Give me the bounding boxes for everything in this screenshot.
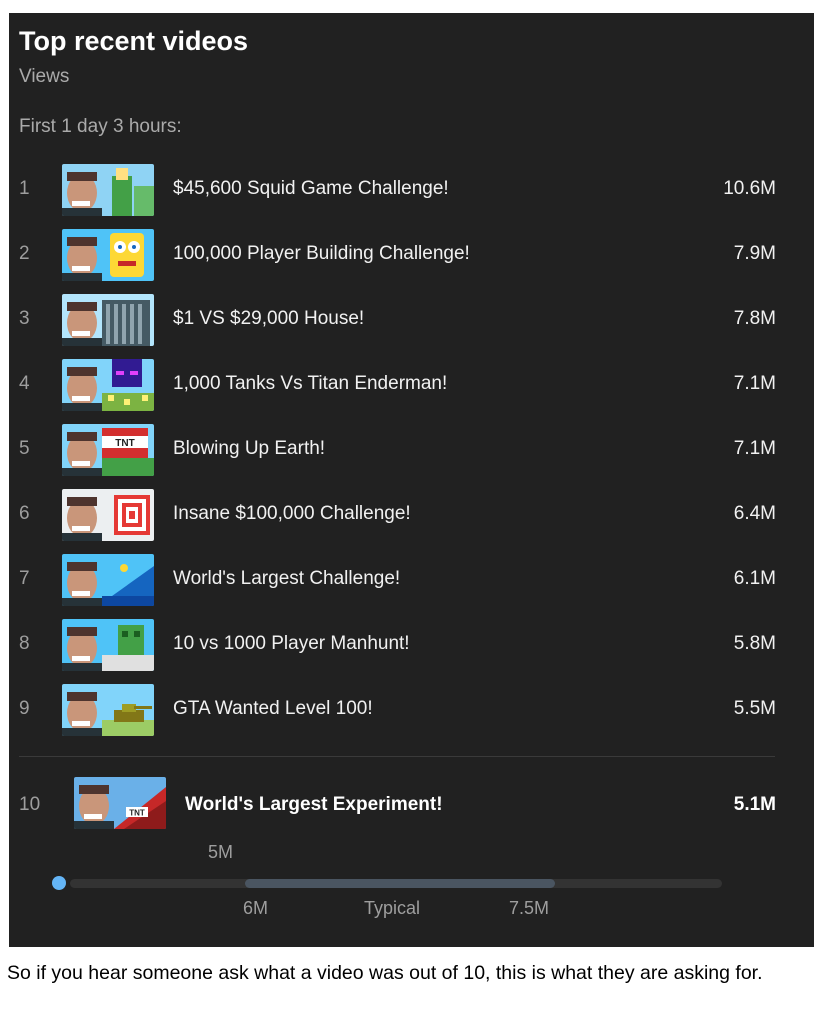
video-title: 10 vs 1000 Player Manhunt!	[173, 633, 410, 654]
rank-number: 5	[19, 438, 30, 459]
house-thumbnail-icon[interactable]	[62, 294, 154, 346]
view-count: 5.5M	[733, 698, 776, 719]
view-count: 6.4M	[733, 503, 776, 524]
card-title: Top recent videos	[19, 26, 249, 56]
period-label: First 1 day 3 hours:	[19, 116, 182, 137]
video-title: 100,000 Player Building Challenge!	[173, 243, 470, 264]
view-count: 5.1M	[733, 794, 776, 815]
video-title: World's Largest Experiment!	[185, 794, 443, 815]
rank-number: 10	[19, 794, 41, 815]
video-row[interactable]: 6 Insane $100,000 Challenge! 6.4M	[9, 482, 814, 547]
rank-number: 6	[19, 503, 30, 524]
divider	[19, 756, 775, 757]
video-title: GTA Wanted Level 100!	[173, 698, 373, 719]
view-count: 7.1M	[733, 373, 776, 394]
view-count: 7.9M	[733, 243, 776, 264]
video-row[interactable]: 4 1,000 Tanks Vs Titan Enderman! 7.1M	[9, 352, 814, 417]
card-subtitle: Views	[19, 66, 70, 87]
video-title: 1,000 Tanks Vs Titan Enderman!	[173, 373, 448, 394]
spongebob-thumbnail-icon[interactable]	[62, 229, 154, 281]
hill-thumbnail-icon[interactable]	[62, 554, 154, 606]
video-row[interactable]: 5 TNT Blowing Up Earth! 7.1M	[9, 417, 814, 482]
view-count: 10.6M	[723, 178, 776, 199]
view-count: 6.1M	[733, 568, 776, 589]
typical-high-label: 7.5M	[509, 898, 550, 918]
svg-text:TNT: TNT	[129, 809, 145, 818]
view-count: 7.1M	[733, 438, 776, 459]
video-row[interactable]: 9 GTA Wanted Level 100! 5.5M	[9, 677, 814, 742]
video-title: World's Largest Challenge!	[173, 568, 401, 589]
video-list: 1 $45,600 Squid Game Challenge! 10.6M 2 100,…	[9, 157, 814, 742]
target-thumbnail-icon[interactable]	[62, 489, 154, 541]
typical-range-band	[245, 879, 555, 888]
current-video-row[interactable]: 10 TNT World's Largest Experiment! 5.1M	[9, 770, 814, 840]
rank-number: 7	[19, 568, 30, 589]
current-value-marker	[52, 876, 66, 890]
current-value-label: 5M	[208, 842, 234, 862]
typical-low-label: 6M	[243, 898, 269, 918]
tnt-wall-thumbnail-icon[interactable]: TNT	[74, 777, 166, 829]
tank-thumbnail-icon[interactable]	[62, 684, 154, 736]
rank-number: 1	[19, 178, 30, 199]
caption-text: So if you hear someone ask what a video …	[7, 962, 763, 984]
video-row[interactable]: 2 100,000 Player Building Challenge! 7.9M	[9, 222, 814, 287]
video-row[interactable]: 7 World's Largest Challenge! 6.1M	[9, 547, 814, 612]
video-title: $45,600 Squid Game Challenge!	[173, 178, 449, 199]
svg-text:TNT: TNT	[115, 438, 134, 449]
rank-number: 8	[19, 633, 30, 654]
video-title: Blowing Up Earth!	[173, 438, 326, 459]
rank-number: 3	[19, 308, 30, 329]
video-title: $1 VS $29,000 House!	[173, 308, 365, 329]
view-count: 7.8M	[733, 308, 776, 329]
video-row[interactable]: 8 10 vs 1000 Player Manhunt! 5.8M	[9, 612, 814, 677]
typical-label: Typical	[364, 898, 421, 918]
rank-number: 2	[19, 243, 30, 264]
view-count: 5.8M	[733, 633, 776, 654]
tnt-thumbnail-icon[interactable]: TNT	[62, 424, 154, 476]
manhunt-thumbnail-icon[interactable]	[62, 619, 154, 671]
top-recent-videos-card: Top recent videos Views First 1 day 3 ho…	[9, 13, 814, 947]
squid-game-thumbnail-icon[interactable]	[62, 164, 154, 216]
enderman-thumbnail-icon[interactable]	[62, 359, 154, 411]
rank-number: 9	[19, 698, 30, 719]
video-title: Insane $100,000 Challenge!	[173, 503, 411, 524]
video-row[interactable]: 1 $45,600 Squid Game Challenge! 10.6M	[9, 157, 814, 222]
video-row[interactable]: 3 $1 VS $29,000 House! 7.8M	[9, 287, 814, 352]
rank-number: 4	[19, 373, 30, 394]
